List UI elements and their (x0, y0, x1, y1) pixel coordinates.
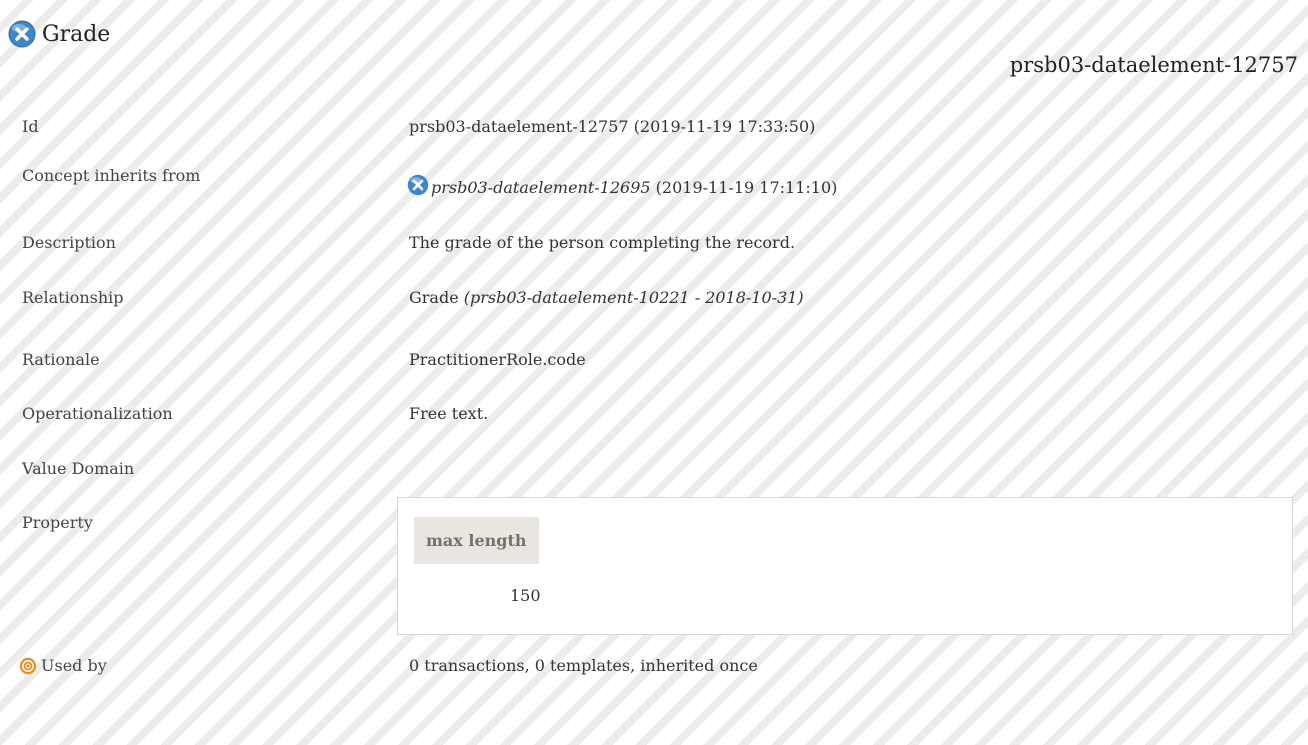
property-label: Property (22, 513, 93, 532)
used-by-label: Used by (41, 656, 107, 675)
inherits-link[interactable]: prsb03-dataelement-12695 (431, 178, 651, 197)
value-domain-label: Value Domain (22, 459, 135, 478)
description-value: The grade of the person completing the r… (409, 233, 796, 252)
page-title: Grade (42, 21, 111, 47)
page-header: Grade (8, 18, 110, 50)
used-by-label-group: Used by (19, 656, 107, 675)
inherits-value: prsb03-dataelement-12695 (2019-11-19 17:… (407, 174, 837, 197)
relationship-value: Grade (prsb03-dataelement-10221 - 2018-1… (409, 288, 804, 307)
property-table: max length 150 (397, 497, 1293, 635)
relationship-name: Grade (409, 288, 464, 307)
inherits-label: Concept inherits from (22, 166, 201, 185)
page-subtitle-id: prsb03-dataelement-12757 (1009, 53, 1298, 77)
relationship-label: Relationship (22, 288, 124, 307)
dataelement-icon (407, 174, 429, 196)
rationale-label: Rationale (22, 350, 100, 369)
used-by-value: 0 transactions, 0 templates, inherited o… (409, 656, 758, 675)
dataelement-icon (8, 20, 36, 48)
rationale-value: PractitionerRole.code (409, 350, 586, 369)
operationalization-value: Free text. (409, 404, 489, 423)
id-label: Id (22, 117, 39, 136)
property-max-length-value: 150 (510, 586, 541, 605)
inherits-date: (2019-11-19 17:11:10) (650, 178, 838, 197)
property-column-header: max length (414, 517, 539, 564)
operationalization-label: Operationalization (22, 404, 173, 423)
relationship-ref: (prsb03-dataelement-10221 - 2018-10-31) (463, 288, 804, 307)
description-label: Description (22, 233, 116, 252)
target-icon (19, 657, 37, 674)
id-value: prsb03-dataelement-12757 (2019-11-19 17:… (409, 117, 816, 136)
